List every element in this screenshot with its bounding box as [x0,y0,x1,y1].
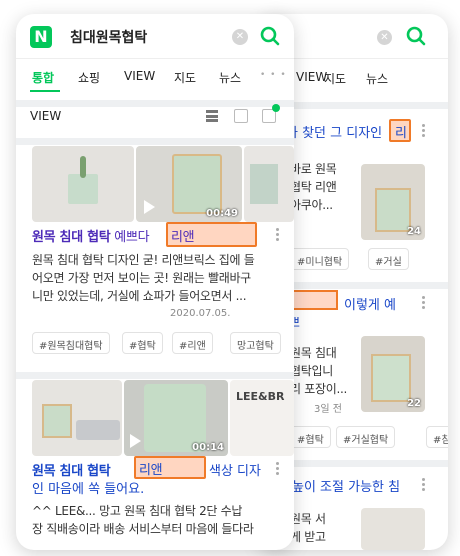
tabs-more-icon[interactable]: • • • [260,70,287,80]
back-card2-date: 3일 전 [314,404,342,415]
clear-search-icon[interactable]: ✕ [232,29,248,45]
back-card1-thumbnail[interactable]: 24 [361,164,425,240]
item1-title-highlight: 리앤 [166,222,257,247]
back-card3-thumbnail[interactable] [361,508,425,550]
play-icon [144,200,155,214]
tab-integrated[interactable]: 통합 [32,69,54,86]
tab-news[interactable]: 뉴스 [219,69,241,86]
item1-video-thumbnail[interactable]: 00:49 [136,146,242,222]
back-clear-icon[interactable]: ✕ [377,30,392,45]
item2-title-highlight: 리앤 [134,456,206,479]
tag-chip[interactable]: #원목침대협탁 [32,332,110,354]
item1-more-icon[interactable] [276,228,280,243]
search-query[interactable]: 침대원목협탁 [70,27,147,47]
tag-chip[interactable]: 망고협탁 [230,332,281,354]
item1-snippet: 원목 침대 협탁 디자인 굳! 리앤브릭스 집에 들 어오면 가장 먼저 보이는… [32,253,255,303]
item1-date: 2020.07.05. [170,308,231,319]
back-card3-more-icon[interactable] [422,478,426,493]
item2-thumbnail-3[interactable]: LEE&BR [230,380,294,456]
back-card1-title-highlight: 리 [389,119,411,142]
tag-chip[interactable]: #협탁 [122,332,163,354]
item2-title[interactable]: 원목 침대 협탁 [32,460,111,479]
item2-more-icon[interactable] [276,462,280,477]
back-card2-thumbnail[interactable]: 22 [361,336,425,412]
back-card3-title[interactable]: 높이 조절 가능한 침 [292,476,400,495]
back-card3-snippet: 원목 서 게 받고 [290,512,326,544]
back-tab-news[interactable]: 뉴스 [366,70,388,87]
item2-video-duration: 00:14 [192,442,224,453]
tab-map[interactable]: 지도 [174,69,196,86]
section-label-view: VIEW [30,109,62,123]
back-tab-view[interactable]: VIEW [296,70,327,84]
item1-video-duration: 00:49 [206,208,238,219]
tag-chip[interactable]: #리앤 [172,332,213,354]
item2-snippet: ^^ LEE&... 망고 원목 침대 협탁 2단 수납 장 직배송이라 배송 … [32,504,254,536]
item1-thumbnail-1[interactable] [32,146,134,222]
video-view-icon[interactable] [262,104,280,123]
item2-brand-text: LEE&BR [236,390,285,403]
tab-shopping[interactable]: 쇼핑 [78,69,100,86]
item2-title-suffix[interactable]: 색상 디자 [209,460,261,479]
item1-thumbnail-3[interactable] [244,146,294,222]
back-card1-more-icon[interactable] [422,124,426,139]
front-phone-screen: N 침대원목협탁 ✕ 통합 쇼핑 VIEW 지도 뉴스 • • • VIEW 0… [16,14,294,550]
card-view-icon[interactable] [234,109,248,123]
naver-logo[interactable]: N [30,26,52,48]
back-card1-title[interactable]: 가 찾던 그 디자인 [286,122,382,141]
back-card2-more-icon[interactable] [422,296,426,311]
item2-video-thumbnail[interactable]: 00:14 [124,380,228,456]
back-search-icon[interactable] [406,26,426,46]
back-card2-title-highlight [288,290,338,310]
tab-integrated-underline [30,90,60,92]
item2-thumbnail-1[interactable] [32,380,122,456]
play-icon [130,434,141,448]
back-card2-snippet: 원목 침대 협탁입니 리 포장이... [290,346,348,396]
search-icon[interactable] [260,26,280,46]
tab-view[interactable]: VIEW [124,69,155,83]
back-card2-title[interactable]: 이렇게 예 [344,294,396,313]
list-view-icon[interactable] [206,110,218,122]
back-card1-snippet: 바로 원목 협탁 리앤 아쿠아... [290,162,337,212]
back-tab-map[interactable]: 지도 [324,70,346,87]
item1-title[interactable]: 원목 침대 협탁 예쁘다 [32,226,150,245]
item2-title-line2[interactable]: 인 마음에 쏙 들어요. [32,478,144,497]
